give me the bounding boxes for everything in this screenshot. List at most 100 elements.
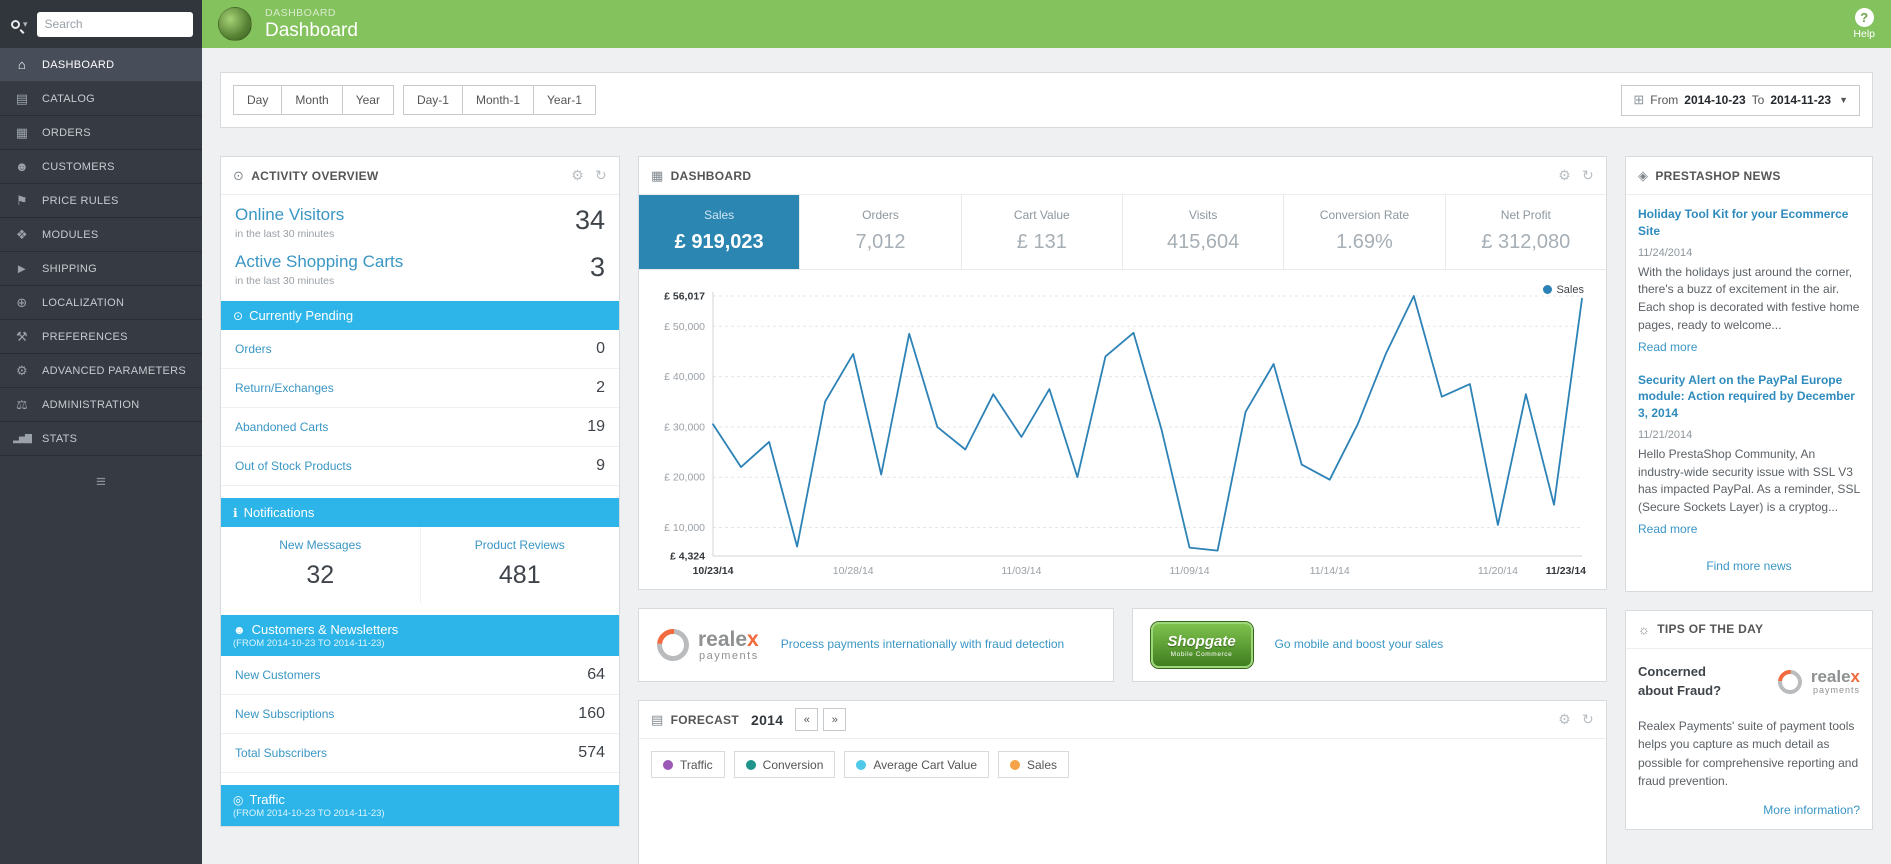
gear-icon[interactable]: ⚙ bbox=[1558, 167, 1571, 184]
legend-dot bbox=[1010, 759, 1020, 770]
help-icon: ? bbox=[1854, 8, 1874, 27]
news-article-title[interactable]: Holiday Tool Kit for your Ecommerce Site bbox=[1638, 206, 1860, 240]
data-row-label[interactable]: Return/Exchanges bbox=[235, 381, 334, 395]
forecast-legend-label: Traffic bbox=[680, 757, 713, 772]
date-range-button[interactable]: ⊞ From 2014-10-23 To 2014-11-23 ▼ bbox=[1621, 84, 1860, 116]
data-row-label[interactable]: Out of Stock Products bbox=[235, 459, 352, 473]
legend-dot bbox=[856, 759, 867, 770]
kpi-net-profit[interactable]: Net Profit £ 312,080 bbox=[1446, 195, 1606, 269]
svg-text:£ 4,324: £ 4,324 bbox=[670, 551, 705, 563]
gear-icon[interactable]: ⚙ bbox=[571, 167, 584, 184]
pending-section-bar: ⊙ Currently Pending bbox=[221, 301, 619, 330]
page-title: Dashboard bbox=[265, 19, 358, 41]
find-more-news-link[interactable]: Find more news bbox=[1626, 543, 1872, 591]
refresh-icon[interactable]: ↻ bbox=[1582, 711, 1594, 728]
date-toolbar: Day Month Year Day-1 Month-1 Year-1 ⊞ From 20… bbox=[220, 72, 1873, 128]
range-button-year-1[interactable]: Year-1 bbox=[533, 85, 596, 115]
sidebar-item-customers[interactable]: ☻ CUSTOMERS bbox=[0, 150, 202, 184]
data-row-label[interactable]: New Customers bbox=[235, 668, 320, 682]
forecast-legend-average-cart-value[interactable]: Average Cart Value bbox=[844, 751, 989, 778]
sidebar-item-catalog[interactable]: ▤ CATALOG bbox=[0, 82, 202, 116]
activity-stat-info: Online Visitors in the last 30 minutes bbox=[235, 205, 344, 240]
data-row: New Customers 64 bbox=[221, 656, 619, 695]
sidebar-item-home[interactable]: ⌂ DASHBOARD bbox=[0, 48, 202, 82]
shopgate-promo-card[interactable]: Shopgate Mobile Commerce Go mobile and b… bbox=[1131, 608, 1607, 682]
main-content: Day Month Year Day-1 Month-1 Year-1 ⊞ From 20… bbox=[202, 48, 1891, 864]
activity-stat-label[interactable]: Online Visitors bbox=[235, 205, 344, 225]
sidebar-item-preferences[interactable]: ⚒ PREFERENCES bbox=[0, 320, 202, 354]
refresh-icon[interactable]: ↻ bbox=[1582, 167, 1594, 184]
sidebar-item-label: CATALOG bbox=[42, 92, 96, 105]
kpi-conversion-rate[interactable]: Conversion Rate 1.69% bbox=[1284, 195, 1446, 269]
kpi-visits[interactable]: Visits 415,604 bbox=[1123, 195, 1285, 269]
notification-col: Product Reviews 481 bbox=[419, 527, 620, 603]
data-row-label[interactable]: Abandoned Carts bbox=[235, 420, 328, 434]
realex-promo-link[interactable]: Process payments internationally with fr… bbox=[781, 636, 1064, 653]
shipping-icon: ► bbox=[15, 261, 29, 276]
sales-legend-label: Sales bbox=[1556, 284, 1584, 296]
sidebar-collapse-button[interactable]: ≡ bbox=[0, 472, 202, 492]
data-row: Abandoned Carts 19 bbox=[221, 408, 619, 447]
activity-stat-label[interactable]: Active Shopping Carts bbox=[235, 252, 403, 272]
range-button-day-1[interactable]: Day-1 bbox=[402, 85, 463, 115]
search-scope-button[interactable]: ▾ bbox=[9, 17, 30, 32]
sidebar-item-modules[interactable]: ❖ MODULES bbox=[0, 218, 202, 252]
kpi-sales[interactable]: Sales £ 919,023 bbox=[639, 195, 801, 269]
kpi-orders[interactable]: Orders 7,012 bbox=[800, 195, 962, 269]
notification-label[interactable]: Product Reviews bbox=[425, 538, 616, 552]
sidebar-item-price-rules[interactable]: ⚑ PRICE RULES bbox=[0, 184, 202, 218]
read-more-link[interactable]: Read more bbox=[1638, 522, 1697, 536]
read-more-link[interactable]: Read more bbox=[1638, 340, 1697, 354]
range-button-year[interactable]: Year bbox=[341, 85, 394, 115]
sidebar-item-label: STATS bbox=[42, 432, 78, 445]
forecast-legend-sales[interactable]: Sales bbox=[998, 751, 1070, 778]
calendar-icon: ⊞ bbox=[1633, 92, 1645, 107]
news-icon: ◈ bbox=[1638, 167, 1649, 183]
notification-label[interactable]: New Messages bbox=[225, 538, 416, 552]
sidebar-item-administration[interactable]: ⚖ ADMINISTRATION bbox=[0, 388, 202, 422]
sidebar-nav: ⌂ DASHBOARD ▤ CATALOG ▦ ORDERS ☻ CUSTOMERS ⚑ PRIC… bbox=[0, 48, 202, 456]
sidebar-item-shipping[interactable]: ► SHIPPING bbox=[0, 252, 202, 286]
activity-stats: Online Visitors in the last 30 minutes 34 A… bbox=[221, 195, 619, 289]
data-row-label[interactable]: Total Subscribers bbox=[235, 746, 327, 760]
legend-dot bbox=[745, 759, 756, 770]
sidebar-item-orders[interactable]: ▦ ORDERS bbox=[0, 116, 202, 150]
sidebar-item-stats[interactable]: ▂▅▇ STATS bbox=[0, 422, 202, 456]
tips-more-link[interactable]: More information? bbox=[1638, 803, 1860, 817]
activity-stat-info: Active Shopping Carts in the last 30 minu… bbox=[235, 252, 403, 287]
catalog-icon: ▤ bbox=[15, 90, 29, 106]
realex-promo-card[interactable]: realex payments Process payments interna… bbox=[638, 608, 1114, 682]
range-button-month[interactable]: Month bbox=[281, 85, 343, 115]
customers-section-bar: ☻ Customers & Newsletters (FROM 2014-10-2… bbox=[221, 615, 619, 656]
date-to-value: 2014-11-23 bbox=[1770, 93, 1832, 107]
svg-text:11/14/14: 11/14/14 bbox=[1310, 565, 1350, 577]
gear-icon[interactable]: ⚙ bbox=[1558, 711, 1571, 728]
range-button-month-1[interactable]: Month-1 bbox=[461, 85, 534, 115]
kpi-label: Visits bbox=[1188, 208, 1218, 222]
shopgate-promo-link[interactable]: Go mobile and boost your sales bbox=[1275, 636, 1444, 653]
range-button-groups: Day Month Year Day-1 Month-1 Year-1 bbox=[233, 85, 596, 115]
refresh-icon[interactable]: ↻ bbox=[595, 167, 607, 184]
svg-text:11/23/14: 11/23/14 bbox=[1546, 565, 1586, 577]
forecast-panel: ▤ FORECAST 2014 « » ⚙ ↻ Traffic Conversio… bbox=[638, 700, 1607, 864]
notification-col: New Messages 32 bbox=[221, 527, 420, 603]
help-button[interactable]: ? Help bbox=[1853, 8, 1875, 40]
forecast-prev-button[interactable]: « bbox=[795, 708, 819, 731]
forecast-next-button[interactable]: » bbox=[823, 708, 847, 731]
notification-value: 481 bbox=[498, 561, 541, 589]
data-row-label[interactable]: Orders bbox=[235, 342, 272, 356]
forecast-legend-conversion[interactable]: Conversion bbox=[733, 751, 836, 778]
activity-stat-value: 3 bbox=[589, 252, 605, 282]
search-input[interactable] bbox=[36, 11, 193, 37]
range-button-day[interactable]: Day bbox=[233, 85, 283, 115]
kpi-cart-value[interactable]: Cart Value £ 131 bbox=[962, 195, 1123, 269]
sidebar-search-zone: ▾ bbox=[0, 0, 202, 48]
help-label: Help bbox=[1853, 28, 1875, 40]
sidebar-item-advanced-parameters[interactable]: ⚙ ADVANCED PARAMETERS bbox=[0, 354, 202, 388]
news-article-title[interactable]: Security Alert on the PayPal Europe modu… bbox=[1638, 372, 1860, 422]
data-row-label[interactable]: New Subscriptions bbox=[235, 707, 334, 721]
data-row: Total Subscribers 574 bbox=[221, 734, 619, 773]
sidebar-item-localization[interactable]: ⊕ LOCALIZATION bbox=[0, 286, 202, 320]
sidebar: ▾ ⌂ DASHBOARD ▤ CATALOG ▦ ORDERS ☻ CUSTOMERS ⚑ PR… bbox=[0, 0, 202, 864]
forecast-legend-traffic[interactable]: Traffic bbox=[651, 751, 725, 778]
